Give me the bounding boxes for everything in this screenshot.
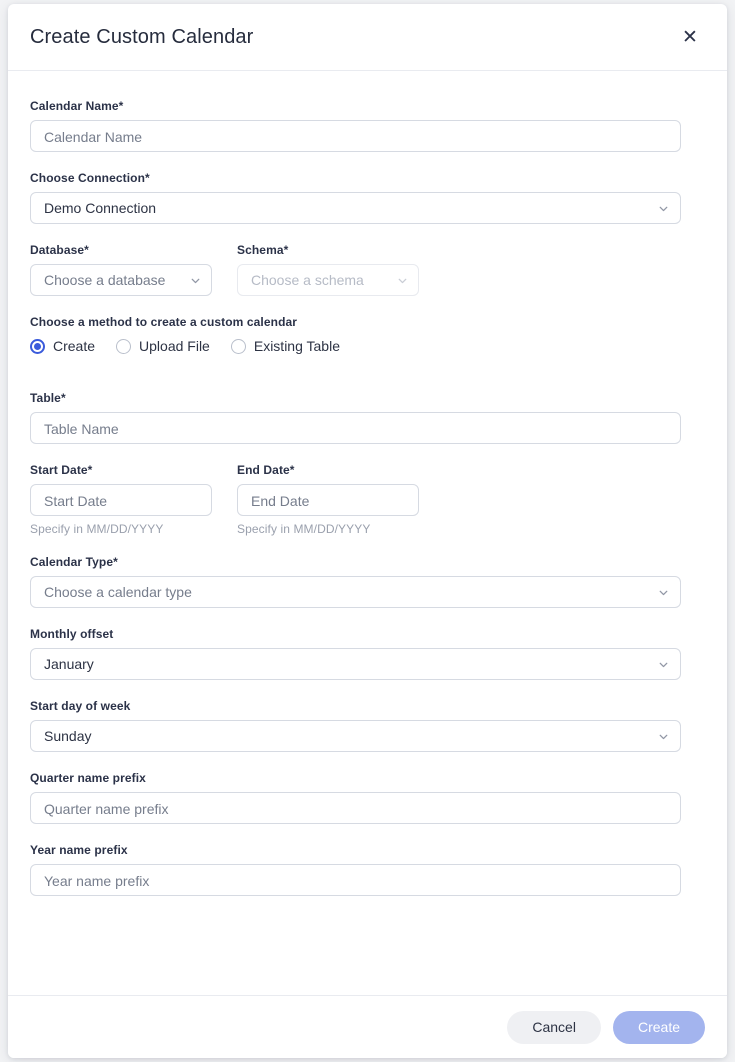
start-day-of-week-label: Start day of week bbox=[30, 699, 131, 713]
calendar-type-select[interactable]: Choose a calendar type bbox=[30, 576, 681, 608]
field-table: Table* bbox=[30, 391, 681, 444]
chevron-down-icon bbox=[657, 730, 670, 743]
start-date-input[interactable] bbox=[30, 484, 212, 516]
dialog-body[interactable]: Calendar Name* Choose Connection* Demo C… bbox=[8, 71, 727, 995]
field-choose-connection: Choose Connection* Demo Connection bbox=[30, 171, 681, 224]
chevron-down-icon bbox=[189, 274, 202, 287]
calendar-type-value: Choose a calendar type bbox=[44, 584, 192, 600]
choose-connection-value: Demo Connection bbox=[44, 200, 157, 216]
chevron-down-icon bbox=[396, 274, 409, 287]
database-value: Choose a database bbox=[44, 272, 166, 288]
dialog-footer: Cancel Create bbox=[8, 995, 727, 1058]
radio-create[interactable]: Create bbox=[30, 338, 95, 354]
year-name-prefix-label: Year name prefix bbox=[30, 843, 128, 857]
choose-connection-label: Choose Connection* bbox=[30, 171, 150, 185]
radio-existing-table[interactable]: Existing Table bbox=[230, 338, 340, 354]
create-custom-calendar-dialog: Create Custom Calendar ✕ Calendar Name* … bbox=[8, 4, 727, 1058]
field-start-date: Start Date* Specify in MM/DD/YYYY bbox=[30, 463, 212, 536]
start-date-label: Start Date* bbox=[30, 463, 93, 477]
calendar-name-label: Calendar Name* bbox=[30, 99, 124, 113]
quarter-name-prefix-label: Quarter name prefix bbox=[30, 771, 146, 785]
chevron-down-icon bbox=[657, 202, 670, 215]
end-date-input[interactable] bbox=[237, 484, 419, 516]
field-year-name-prefix: Year name prefix bbox=[30, 843, 681, 896]
monthly-offset-value: January bbox=[44, 656, 94, 672]
field-date-range-row: Start Date* Specify in MM/DD/YYYY End Da… bbox=[30, 463, 681, 536]
start-date-helper: Specify in MM/DD/YYYY bbox=[30, 522, 164, 536]
field-database-schema-row: Database* Choose a database Schema* Choo… bbox=[30, 243, 681, 296]
schema-label: Schema* bbox=[237, 243, 289, 257]
cancel-button[interactable]: Cancel bbox=[507, 1010, 601, 1044]
field-start-day-of-week: Start day of week Sunday bbox=[30, 699, 681, 752]
radio-upload-file-label: Upload File bbox=[139, 338, 210, 354]
radio-create-label: Create bbox=[53, 338, 96, 354]
database-label: Database* bbox=[30, 243, 89, 257]
dialog-header: Create Custom Calendar ✕ bbox=[8, 4, 727, 71]
calendar-type-label: Calendar Type* bbox=[30, 555, 118, 569]
create-button[interactable]: Create bbox=[612, 1010, 705, 1044]
table-label: Table* bbox=[30, 391, 66, 405]
radio-button-icon bbox=[30, 338, 45, 354]
end-date-helper: Specify in MM/DD/YYYY bbox=[237, 522, 371, 536]
chevron-down-icon bbox=[657, 586, 670, 599]
choose-connection-select[interactable]: Demo Connection bbox=[30, 192, 681, 224]
start-day-of-week-value: Sunday bbox=[44, 728, 92, 744]
calendar-name-input[interactable] bbox=[30, 120, 681, 152]
creation-method-radio-group: Create Upload File Existing Table bbox=[30, 338, 681, 354]
end-date-label: End Date* bbox=[237, 463, 295, 477]
chevron-down-icon bbox=[657, 658, 670, 671]
year-name-prefix-input[interactable] bbox=[30, 864, 681, 896]
field-end-date: End Date* Specify in MM/DD/YYYY bbox=[237, 463, 419, 536]
schema-select[interactable]: Choose a schema bbox=[237, 264, 419, 296]
database-select[interactable]: Choose a database bbox=[30, 264, 212, 296]
table-name-input[interactable] bbox=[30, 412, 681, 444]
field-monthly-offset: Monthly offset January bbox=[30, 627, 681, 680]
field-database: Database* Choose a database bbox=[30, 243, 212, 296]
field-quarter-name-prefix: Quarter name prefix bbox=[30, 771, 681, 824]
field-creation-method: Choose a method to create a custom calen… bbox=[30, 315, 681, 354]
monthly-offset-select[interactable]: January bbox=[30, 648, 681, 680]
start-day-of-week-select[interactable]: Sunday bbox=[30, 720, 681, 752]
radio-existing-table-label: Existing Table bbox=[253, 338, 340, 354]
field-calendar-name: Calendar Name* bbox=[30, 99, 681, 152]
creation-method-label: Choose a method to create a custom calen… bbox=[30, 315, 298, 329]
field-schema: Schema* Choose a schema bbox=[237, 243, 419, 296]
monthly-offset-label: Monthly offset bbox=[30, 627, 114, 641]
schema-value: Choose a schema bbox=[251, 272, 364, 288]
quarter-name-prefix-input[interactable] bbox=[30, 792, 681, 824]
dialog-title: Create Custom Calendar bbox=[30, 25, 254, 48]
radio-button-icon bbox=[116, 338, 132, 354]
field-calendar-type: Calendar Type* Choose a calendar type bbox=[30, 555, 681, 608]
radio-button-icon bbox=[230, 338, 246, 354]
radio-upload-file[interactable]: Upload File bbox=[116, 338, 210, 354]
close-icon[interactable]: ✕ bbox=[677, 24, 703, 50]
section-divider-space bbox=[30, 373, 681, 391]
